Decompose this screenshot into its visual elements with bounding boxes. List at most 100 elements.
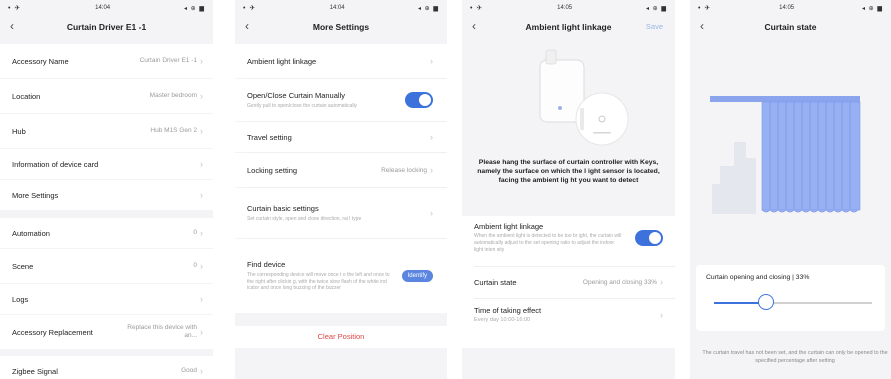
travel-not-set-note: The curtain travel has not been set, and… <box>702 350 888 364</box>
chevron-right-icon: › <box>660 310 663 321</box>
back-chevron-icon[interactable]: ‹ <box>245 19 249 33</box>
nav-bar: ‹ Curtain state <box>690 16 891 38</box>
nav-bar: ‹ Curtain Driver E1 -1 <box>0 16 213 38</box>
chevron-right-icon: › <box>430 165 433 175</box>
battery-icon: ◂ ⊕ ▆ <box>418 5 439 12</box>
curtain-state-screen: • ✈ 14:05 ◂ ⊕ ▆ ‹ Curtain state Curtain … <box>690 0 891 379</box>
chevron-right-icon: › <box>430 208 433 218</box>
page-title: Ambient light linkage <box>525 22 612 32</box>
row-label: Ambient light linkage <box>474 222 544 231</box>
row-label: Location <box>12 91 41 101</box>
chevron-right-icon: › <box>200 190 203 200</box>
placement-instruction: Please hang the surface of curtain contr… <box>477 159 660 185</box>
row-label: Hub <box>12 126 26 136</box>
row-location[interactable]: Location Master bedroom › <box>0 79 213 113</box>
row-time-of-taking-effect[interactable]: Time of taking effect Every day 10:00-16… <box>474 306 663 325</box>
row-label: Travel setting <box>247 132 292 142</box>
row-value: Replace this device with an... <box>127 323 197 339</box>
row-logs[interactable]: Logs › <box>0 284 213 314</box>
status-bar: • ✈ 14:05 ◂ ⊕ ▆ <box>462 0 675 16</box>
row-value: Curtain Driver E1 -1 <box>139 56 197 64</box>
row-label: Curtain state <box>474 277 517 287</box>
more-settings-screen: • ✈ 14:04 ◂ ⊕ ▆ ‹ More Settings Ambient … <box>235 0 447 379</box>
clear-position-button[interactable]: Clear Position <box>235 326 447 348</box>
signal-icon: • ✈ <box>8 5 22 12</box>
row-automation[interactable]: Automation 0 › <box>0 218 213 248</box>
signal-icon: • ✈ <box>470 5 484 12</box>
chevron-right-icon: › <box>430 56 433 66</box>
ambient-light-linkage-screen: • ✈ 14:05 ◂ ⊕ ▆ ‹ Ambient light linkage … <box>462 0 675 379</box>
curtain-illustration <box>690 38 891 218</box>
divider <box>474 298 675 299</box>
row-hub[interactable]: Hub Hub M1S Gen 2 › <box>0 114 213 148</box>
chevron-right-icon: › <box>200 228 203 238</box>
slider-title: Curtain opening and closing | 33% <box>706 274 810 281</box>
device-illustration <box>462 38 675 156</box>
status-time: 14:04 <box>95 5 111 11</box>
row-value: Release locking <box>381 166 427 174</box>
row-value: Opening and closing 33% <box>582 278 657 286</box>
row-label: More Settings <box>12 190 59 200</box>
row-scene[interactable]: Scene 0 › <box>0 249 213 283</box>
battery-icon: ◂ ⊕ ▆ <box>646 5 667 12</box>
row-curtain-basic-settings[interactable]: Curtain basic settings Set curtain style… <box>235 188 447 238</box>
row-label: Find device <box>247 259 286 269</box>
row-accessory-name[interactable]: Accessory Name Curtain Driver E1 -1 › <box>0 44 213 78</box>
row-label: Information of device card <box>12 159 99 169</box>
row-accessory-replacement[interactable]: Accessory Replacement Replace this devic… <box>0 315 213 349</box>
opening-slider-handle[interactable] <box>758 294 775 310</box>
nav-bar: ‹ More Settings <box>235 16 447 38</box>
chevron-right-icon: › <box>200 294 203 304</box>
chevron-right-icon: › <box>200 56 203 66</box>
opening-control-card: Curtain opening and closing | 33% <box>696 265 885 331</box>
status-bar: • ✈ 14:04 ◂ ⊕ ▆ <box>0 0 213 16</box>
toggle-knob <box>419 94 431 106</box>
row-manual-open-close: Open/Close Curtain Manually Gently pull … <box>235 79 447 121</box>
back-chevron-icon[interactable]: ‹ <box>700 19 704 33</box>
chevron-right-icon: › <box>660 277 663 287</box>
row-travel-setting[interactable]: Travel setting › <box>235 122 447 152</box>
chevron-right-icon: › <box>430 132 433 142</box>
manual-control-toggle[interactable] <box>405 92 433 108</box>
page-title: More Settings <box>312 22 370 32</box>
status-bar: • ✈ 14:04 ◂ ⊕ ▆ <box>235 0 447 16</box>
row-ambient-light-linkage[interactable]: Ambient light linkage › <box>235 44 447 78</box>
row-find-device: Find device The corresponding device wil… <box>235 239 447 313</box>
curtain-window-illustration <box>710 96 861 214</box>
curtain-controller-illustration <box>539 49 629 146</box>
row-value: 0 <box>193 261 197 269</box>
row-value: Good <box>181 366 197 374</box>
row-value: Hub M1S Gen 2 <box>150 126 197 134</box>
nav-bar: ‹ Ambient light linkage Save <box>462 16 675 38</box>
row-locking-setting[interactable]: Locking setting Release locking › <box>235 153 447 187</box>
signal-icon: • ✈ <box>243 5 257 12</box>
battery-icon: ◂ ⊕ ▆ <box>862 5 883 12</box>
back-chevron-icon[interactable]: ‹ <box>10 19 14 33</box>
row-description: When the ambient light is detected to be… <box>474 233 622 253</box>
save-button[interactable]: Save <box>646 22 663 31</box>
row-device-card-info[interactable]: Information of device card › <box>0 149 213 179</box>
screens-container: • ✈ 14:04 ◂ ⊕ ▆ ‹ Curtain Driver E1 -1 A… <box>0 0 891 379</box>
row-label: Time of taking effect <box>474 306 542 315</box>
identify-button[interactable]: Identify <box>401 270 433 282</box>
ambient-linkage-toggle[interactable] <box>635 229 663 246</box>
row-description: Gently pull to open/close the curtain au… <box>247 102 358 109</box>
row-curtain-state[interactable]: Curtain state Opening and closing 33% › <box>474 268 663 296</box>
device-settings-screen: • ✈ 14:04 ◂ ⊕ ▆ ‹ Curtain Driver E1 -1 A… <box>0 0 213 379</box>
row-description: The corresponding device will move once … <box>247 271 390 292</box>
row-zigbee-signal[interactable]: Zigbee Signal Good › <box>0 356 213 379</box>
row-label: Automation <box>12 228 50 238</box>
back-chevron-icon[interactable]: ‹ <box>472 19 476 33</box>
row-label: Curtain basic settings <box>247 203 319 213</box>
chevron-right-icon: › <box>200 159 203 169</box>
battery-icon: ◂ ⊕ ▆ <box>184 5 205 12</box>
page-title: Curtain state <box>764 22 817 32</box>
chevron-right-icon: › <box>200 261 203 271</box>
status-time: 14:04 <box>329 5 345 11</box>
chevron-right-icon: › <box>200 91 203 101</box>
row-value: 0 <box>193 228 197 236</box>
row-label: Scene <box>12 261 34 271</box>
toggle-knob <box>649 231 661 244</box>
row-more-settings[interactable]: More Settings › <box>0 180 213 210</box>
chevron-right-icon: › <box>200 366 203 376</box>
